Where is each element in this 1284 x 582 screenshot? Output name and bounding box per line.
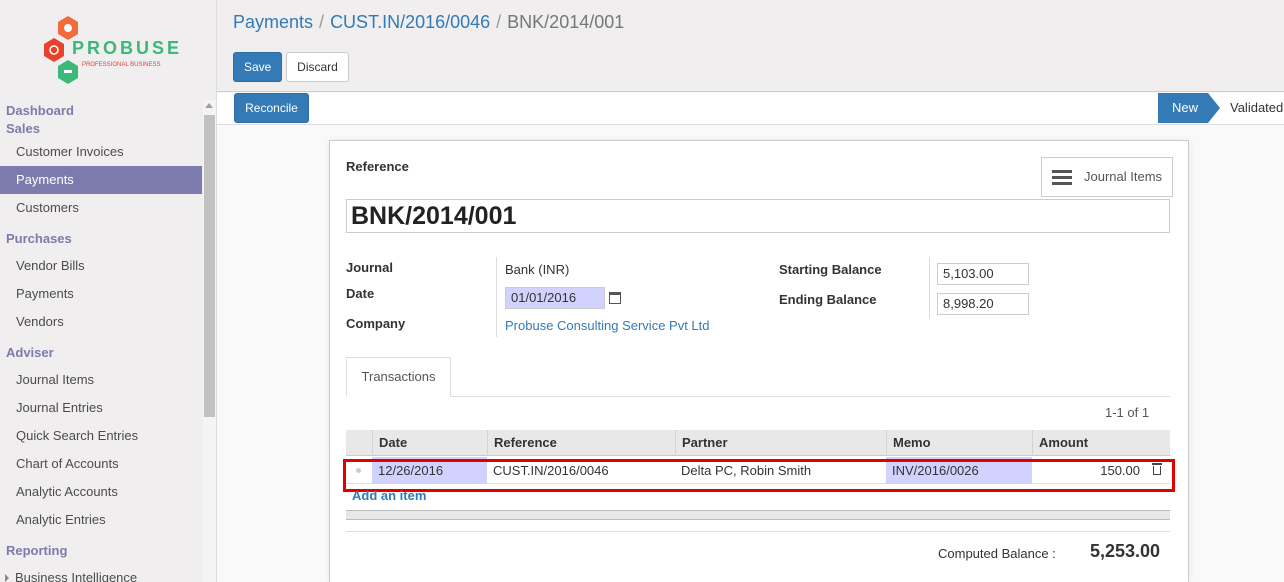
date-field[interactable]: 01/01/2016 <box>505 287 605 309</box>
divider <box>496 257 497 337</box>
main-content: Payments / CUST.IN/2016/0046/BNK/2014/001 … <box>217 0 1284 582</box>
logo-tagline: PROFESSIONAL BUSINESS <box>82 62 160 68</box>
sidebar-section-adviser: Adviser <box>6 345 54 360</box>
journal-items-label: Journal Items <box>1084 169 1163 184</box>
caret-right-icon <box>5 574 9 582</box>
scroll-up-icon[interactable] <box>205 103 213 108</box>
column-amount[interactable]: Amount <box>1032 430 1147 456</box>
status-stage-validated[interactable]: Validated <box>1230 93 1283 123</box>
computed-balance-value: 5,253.00 <box>1090 541 1161 561</box>
highlight-annotation <box>343 459 1175 492</box>
column-memo[interactable]: Memo <box>886 430 1032 456</box>
column-date[interactable]: Date <box>372 430 487 456</box>
reference-label: Reference <box>346 159 409 174</box>
tab-divider <box>346 396 1170 397</box>
breadcrumb-invoice[interactable]: CUST.IN/2016/0046 <box>330 12 490 32</box>
ending-balance-field[interactable]: 8,998.20 <box>937 293 1029 315</box>
divider <box>346 531 1170 532</box>
sidebar-section-purchases: Purchases <box>6 231 72 246</box>
status-bar: Reconcile New Validated <box>217 93 1284 125</box>
list-icon <box>1052 170 1072 186</box>
starting-balance-label: Starting Balance <box>779 262 882 277</box>
column-partner[interactable]: Partner <box>675 430 886 456</box>
breadcrumb-separator: / <box>496 12 502 32</box>
company-label: Company <box>346 316 406 331</box>
breadcrumb-current: BNK/2014/001 <box>507 12 625 32</box>
sidebar-item-journal-entries[interactable]: Journal Entries <box>0 394 202 422</box>
stage-arrow-icon <box>1208 93 1220 123</box>
control-panel: Payments / CUST.IN/2016/0046/BNK/2014/001 … <box>217 0 1284 92</box>
journal-value[interactable]: Bank (INR) <box>505 262 569 277</box>
table-footer <box>346 510 1170 520</box>
sidebar-item-analytic-accounts[interactable]: Analytic Accounts <box>0 478 202 506</box>
sidebar-item-payments[interactable]: Payments <box>0 166 202 194</box>
date-label: Date <box>346 286 375 301</box>
company-link[interactable]: Probuse Consulting Service Pvt Ltd <box>505 318 710 333</box>
form-sheet: Reference Journal Items BNK/2014/001 Jou… <box>329 140 1189 582</box>
breadcrumb: Payments / CUST.IN/2016/0046/BNK/2014/001 <box>233 12 624 33</box>
sidebar-item-quick-search-entries[interactable]: Quick Search Entries <box>0 422 202 450</box>
table-header: Date Reference Partner Memo Amount <box>346 430 1170 456</box>
discard-button[interactable]: Discard <box>286 52 349 82</box>
sidebar-section-reporting: Reporting <box>6 543 68 558</box>
ending-balance-label: Ending Balance <box>779 292 877 307</box>
reconcile-button[interactable]: Reconcile <box>234 93 309 123</box>
reference-field[interactable]: BNK/2014/001 <box>346 199 1170 233</box>
sidebar-scrollbar[interactable] <box>203 100 216 582</box>
calendar-icon[interactable] <box>609 292 621 304</box>
save-button[interactable]: Save <box>233 52 282 82</box>
tab-transactions[interactable]: Transactions <box>346 357 451 397</box>
breadcrumb-separator: / <box>319 12 325 32</box>
starting-balance-field[interactable]: 5,103.00 <box>937 263 1029 285</box>
sidebar-item-label: Business Intelligence <box>15 570 138 582</box>
pager[interactable]: 1-1 of 1 <box>1105 405 1149 420</box>
sidebar-item-vendors[interactable]: Vendors <box>0 308 202 336</box>
sidebar-item-customer-invoices[interactable]: Customer Invoices <box>0 138 202 166</box>
sidebar-item-customers[interactable]: Customers <box>0 194 202 222</box>
divider <box>929 257 930 319</box>
sidebar-item-business-intelligence[interactable]: Business Intelligence <box>0 564 202 582</box>
sidebar-item-dashboard[interactable]: Dashboard <box>0 102 202 120</box>
add-item-link[interactable]: Add an item <box>352 488 426 503</box>
sidebar-menu: Dashboard Sales Customer Invoices Paymen… <box>0 98 202 582</box>
sidebar-item-vendor-bills[interactable]: Vendor Bills <box>0 252 202 280</box>
sidebar-item-analytic-entries[interactable]: Analytic Entries <box>0 506 202 534</box>
journal-items-button[interactable]: Journal Items <box>1041 157 1173 197</box>
breadcrumb-payments[interactable]: Payments <box>233 12 313 32</box>
computed-balance-label: Computed Balance : <box>938 546 1056 561</box>
sidebar-item-vendor-payments[interactable]: Payments <box>0 280 202 308</box>
status-stage-new: New <box>1158 93 1208 123</box>
column-reference[interactable]: Reference <box>487 430 675 456</box>
sidebar-item-journal-items[interactable]: Journal Items <box>0 366 202 394</box>
sidebar: PROBUSE PROFESSIONAL BUSINESS Dashboard … <box>0 0 217 582</box>
probuse-logo[interactable]: PROBUSE PROFESSIONAL BUSINESS <box>40 14 180 86</box>
sidebar-item-chart-of-accounts[interactable]: Chart of Accounts <box>0 450 202 478</box>
logo-brand: PROBUSE <box>72 38 180 58</box>
journal-label: Journal <box>346 260 393 275</box>
scrollbar-thumb[interactable] <box>204 115 215 417</box>
sidebar-section-sales[interactable]: Sales <box>0 120 202 138</box>
